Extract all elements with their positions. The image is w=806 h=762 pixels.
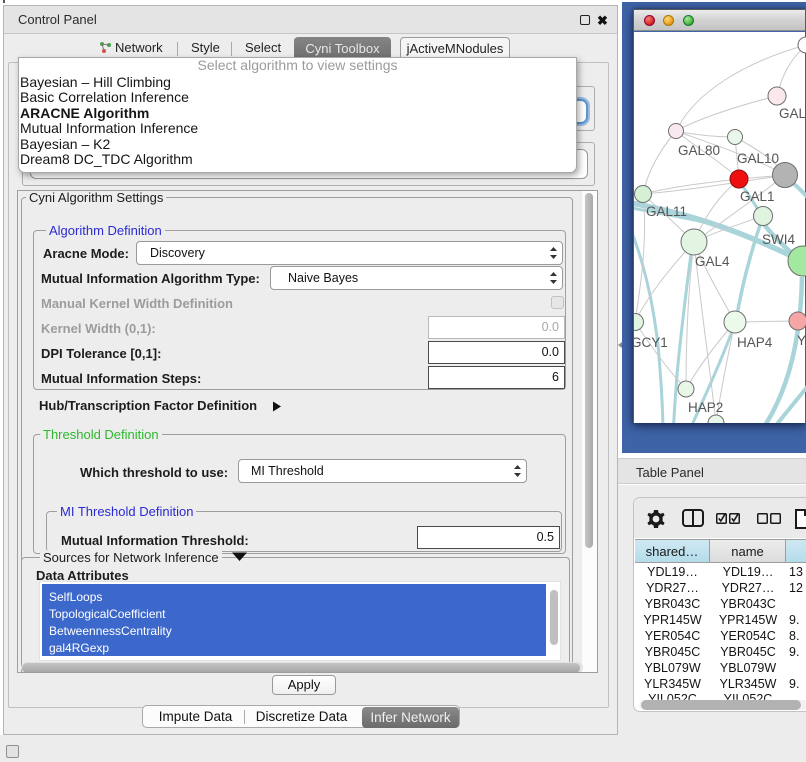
- svg-text:GCY1: GCY1: [634, 335, 668, 350]
- svg-text:HAP4: HAP4: [737, 335, 773, 350]
- svg-text:GAL80: GAL80: [678, 143, 720, 158]
- svg-text:GAL: GAL: [779, 106, 806, 121]
- svg-text:Y: Y: [797, 333, 806, 348]
- svg-text:SWI4: SWI4: [762, 232, 795, 247]
- svg-text:GAL10: GAL10: [737, 151, 779, 166]
- svg-text:GAL1: GAL1: [740, 189, 775, 204]
- svg-text:GAL4: GAL4: [695, 254, 730, 269]
- svg-text:HAP2: HAP2: [688, 400, 723, 415]
- svg-text:GAL11: GAL11: [646, 204, 687, 219]
